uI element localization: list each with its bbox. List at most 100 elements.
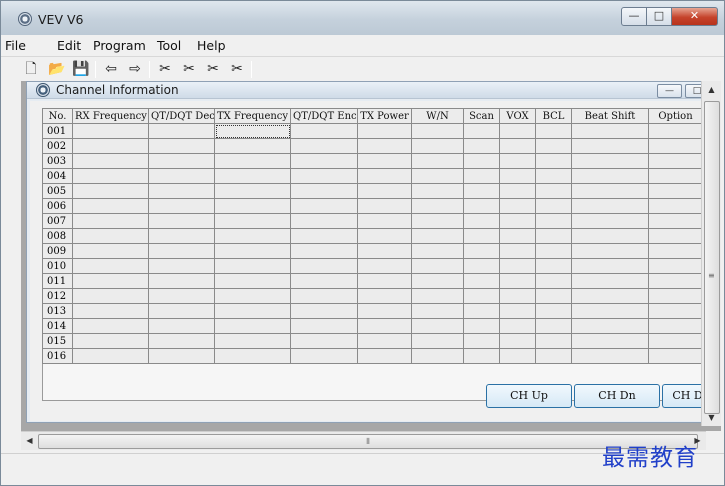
grid-cell[interactable] [214, 288, 291, 304]
grid-cell[interactable] [290, 183, 358, 199]
grid-cell[interactable] [72, 168, 149, 184]
grid-cell[interactable] [148, 258, 215, 274]
grid-cell[interactable] [148, 243, 215, 259]
grid-cell[interactable] [648, 333, 703, 349]
grid-cell[interactable] [72, 288, 149, 304]
grid-cell[interactable] [463, 288, 500, 304]
grid-cell[interactable] [499, 168, 536, 184]
grid-cell[interactable] [214, 228, 291, 244]
grid-cell[interactable] [148, 228, 215, 244]
grid-cell[interactable] [648, 123, 703, 139]
column-header[interactable]: Scan [463, 108, 500, 124]
column-header[interactable]: BCL [535, 108, 572, 124]
grid-cell[interactable] [411, 243, 464, 259]
grid-cell[interactable] [463, 213, 500, 229]
grid-cell[interactable] [357, 168, 412, 184]
grid-cell[interactable] [648, 153, 703, 169]
grid-cell[interactable] [148, 273, 215, 289]
grid-cell[interactable] [411, 318, 464, 334]
row-number[interactable]: 005 [42, 183, 73, 199]
grid-cell[interactable] [535, 348, 572, 364]
grid-cell[interactable] [648, 183, 703, 199]
grid-cell[interactable] [535, 273, 572, 289]
close-button[interactable]: ✕ [672, 7, 718, 26]
save-disk-icon[interactable]: 💾 [71, 60, 91, 79]
grid-cell[interactable] [571, 183, 649, 199]
title-bar[interactable]: VEV V6 — □ ✕ [1, 1, 724, 35]
grid-cell[interactable] [499, 213, 536, 229]
grid-cell[interactable] [535, 168, 572, 184]
grid-cell[interactable] [214, 198, 291, 214]
grid-cell[interactable] [571, 288, 649, 304]
column-header[interactable]: Option [648, 108, 703, 124]
grid-cell[interactable] [290, 243, 358, 259]
row-number[interactable]: 004 [42, 168, 73, 184]
open-folder-icon[interactable]: 📂 [47, 60, 67, 79]
grid-cell[interactable] [214, 303, 291, 319]
grid-cell[interactable] [411, 183, 464, 199]
minimize-button[interactable]: — [621, 7, 647, 26]
grid-cell[interactable] [535, 183, 572, 199]
grid-cell[interactable] [648, 318, 703, 334]
grid-cell[interactable] [148, 288, 215, 304]
grid-cell[interactable] [411, 303, 464, 319]
grid-cell[interactable] [463, 198, 500, 214]
grid-cell[interactable] [411, 138, 464, 154]
grid-cell[interactable] [148, 198, 215, 214]
grid-cell[interactable] [463, 333, 500, 349]
grid-cell[interactable] [72, 333, 149, 349]
row-number[interactable]: 010 [42, 258, 73, 274]
grid-cell[interactable] [535, 318, 572, 334]
grid-cell[interactable] [648, 198, 703, 214]
grid-cell[interactable] [357, 123, 412, 139]
grid-cell[interactable] [357, 198, 412, 214]
grid-cell[interactable] [357, 138, 412, 154]
grid-cell[interactable] [463, 348, 500, 364]
grid-cell[interactable] [214, 213, 291, 229]
column-header[interactable]: No. [42, 108, 73, 124]
grid-cell[interactable] [571, 228, 649, 244]
grid-cell[interactable] [357, 228, 412, 244]
column-header[interactable]: TX Power [357, 108, 412, 124]
tool-1-icon[interactable]: ✂ [155, 60, 175, 79]
child-minimize-button[interactable]: — [657, 84, 682, 98]
grid-cell[interactable] [214, 333, 291, 349]
grid-cell[interactable] [148, 348, 215, 364]
grid-cell[interactable] [214, 348, 291, 364]
column-header[interactable]: QT/DQT Dec [148, 108, 215, 124]
grid-cell[interactable] [571, 153, 649, 169]
grid-cell[interactable] [214, 318, 291, 334]
grid-cell[interactable] [411, 228, 464, 244]
grid-cell[interactable] [648, 243, 703, 259]
grid-cell[interactable] [148, 333, 215, 349]
grid-cell[interactable] [357, 288, 412, 304]
grid-cell[interactable] [72, 303, 149, 319]
row-number[interactable]: 001 [42, 123, 73, 139]
grid-cell[interactable] [499, 303, 536, 319]
row-number[interactable]: 014 [42, 318, 73, 334]
grid-cell[interactable] [463, 258, 500, 274]
new-file-icon[interactable]: 🗋 [21, 60, 41, 79]
grid-cell[interactable] [72, 198, 149, 214]
grid-cell[interactable] [535, 303, 572, 319]
grid-cell[interactable] [214, 123, 291, 139]
grid-cell[interactable] [499, 333, 536, 349]
grid-cell[interactable] [357, 318, 412, 334]
grid-cell[interactable] [499, 198, 536, 214]
grid-cell[interactable] [499, 258, 536, 274]
row-number[interactable]: 011 [42, 273, 73, 289]
vertical-scrollbar[interactable]: ▲ ≡ ▼ [701, 81, 721, 426]
grid-cell[interactable] [290, 273, 358, 289]
grid-cell[interactable] [411, 213, 464, 229]
channel-info-title-bar[interactable]: Channel Information — □ [27, 82, 720, 99]
grid-cell[interactable] [535, 288, 572, 304]
grid-cell[interactable] [463, 228, 500, 244]
grid-cell[interactable] [357, 348, 412, 364]
grid-cell[interactable] [72, 273, 149, 289]
grid-cell[interactable] [411, 288, 464, 304]
grid-cell[interactable] [290, 198, 358, 214]
grid-cell[interactable] [411, 348, 464, 364]
grid-cell[interactable] [535, 153, 572, 169]
grid-cell[interactable] [648, 273, 703, 289]
grid-cell[interactable] [411, 123, 464, 139]
